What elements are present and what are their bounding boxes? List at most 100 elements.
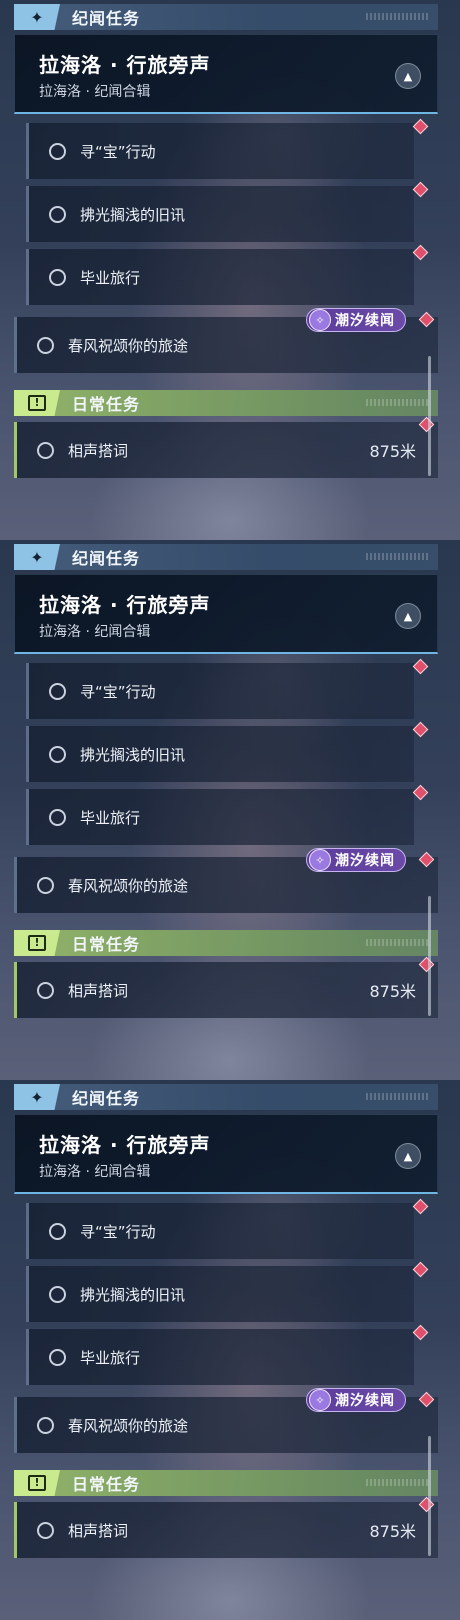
chapter-subtitle: 拉海洛 · 纪闻合辑 — [39, 624, 151, 640]
story-section-header: ✦ 纪闻任务 — [14, 544, 438, 570]
quest-radio[interactable] — [49, 745, 66, 763]
section-title: 日常任务 — [72, 395, 141, 414]
tide-tag-label: 潮汐续闻 — [335, 1393, 395, 1409]
tide-tag-label: 潮汐续闻 — [335, 853, 395, 869]
daily-quest-row[interactable]: 相声搭词 875米 — [14, 1502, 438, 1558]
quest-label: 毕业旅行 — [80, 808, 141, 827]
quest-label: 寻“宝”行动 — [80, 1222, 156, 1241]
quest-label: 毕业旅行 — [80, 268, 141, 287]
quest-label: 春风祝颂你的旅途 — [68, 876, 189, 895]
daily-quest-row[interactable]: 相声搭词 875米 — [14, 962, 438, 1018]
daily-section-header: ! 日常任务 — [14, 930, 438, 956]
quest-label: 拂光搁浅的旧讯 — [80, 205, 186, 224]
quest-distance: 875米 — [369, 1522, 416, 1541]
quest-radio[interactable] — [49, 1285, 66, 1303]
quest-row[interactable]: 拂光搁浅的旧讯 — [26, 186, 414, 242]
quest-radio[interactable] — [49, 1222, 66, 1240]
section-title: 日常任务 — [72, 935, 141, 954]
tracking-marker-icon[interactable] — [412, 784, 429, 801]
section-title: 日常任务 — [72, 1475, 141, 1494]
daily-quest-row[interactable]: 相声搭词 875米 — [14, 422, 438, 478]
header-decoration — [366, 13, 430, 20]
chevron-up-icon[interactable]: ▲ — [395, 603, 421, 629]
tide-swirl-icon: ✧ — [309, 309, 331, 331]
quest-tracker-panel: ✦ 纪闻任务 拉海洛 · 行旅旁声 拉海洛 · 纪闻合辑 ▲ 寻“宝”行动 拂光… — [0, 540, 460, 1080]
header-decoration — [366, 1093, 430, 1100]
quest-radio[interactable] — [49, 682, 66, 700]
quest-radio[interactable] — [37, 441, 54, 459]
quest-row[interactable]: 拂光搁浅的旧讯 — [26, 726, 414, 782]
scrollbar[interactable] — [428, 356, 431, 476]
quest-label: 寻“宝”行动 — [80, 142, 156, 161]
chevron-up-icon[interactable]: ▲ — [395, 63, 421, 89]
quest-radio[interactable] — [37, 336, 54, 354]
scrollbar[interactable] — [428, 896, 431, 1016]
quest-label: 春风祝颂你的旅途 — [68, 1416, 189, 1435]
tide-tag-label: 潮汐续闻 — [335, 313, 395, 329]
tracking-marker-icon[interactable] — [412, 1198, 429, 1215]
quest-radio[interactable] — [37, 876, 54, 894]
quest-row[interactable]: 毕业旅行 — [26, 1329, 414, 1385]
chapter-card[interactable]: 拉海洛 · 行旅旁声 拉海洛 · 纪闻合辑 ▲ — [14, 34, 438, 114]
header-decoration — [366, 939, 430, 946]
tide-story-tag: ✧ 潮汐续闻 — [306, 1388, 406, 1412]
section-title: 纪闻任务 — [72, 1089, 141, 1108]
quest-row[interactable]: 寻“宝”行动 — [26, 663, 414, 719]
quest-distance: 875米 — [369, 982, 416, 1001]
quest-row[interactable]: 寻“宝”行动 — [26, 1203, 414, 1259]
quest-row[interactable]: 寻“宝”行动 — [26, 123, 414, 179]
header-decoration — [366, 553, 430, 560]
section-title: 纪闻任务 — [72, 549, 141, 568]
quest-distance: 875米 — [369, 442, 416, 461]
quest-radio[interactable] — [37, 981, 54, 999]
tracking-marker-icon[interactable] — [412, 181, 429, 198]
sparkle-icon: ✦ — [14, 544, 60, 570]
story-section-header: ✦ 纪闻任务 — [14, 1084, 438, 1110]
tide-swirl-icon: ✧ — [309, 849, 331, 871]
quest-radio[interactable] — [49, 142, 66, 160]
header-decoration — [366, 399, 430, 406]
tide-swirl-icon: ✧ — [309, 1389, 331, 1411]
quest-radio[interactable] — [37, 1416, 54, 1434]
story-section-header: ✦ 纪闻任务 — [14, 4, 438, 30]
chevron-up-icon[interactable]: ▲ — [395, 1143, 421, 1169]
section-title: 纪闻任务 — [72, 9, 141, 28]
quest-radio[interactable] — [49, 205, 66, 223]
quest-label: 春风祝颂你的旅途 — [68, 336, 189, 355]
header-decoration — [366, 1479, 430, 1486]
exclamation-box-icon: ! — [14, 930, 60, 956]
chapter-name: 拉海洛 · 行旅旁声 — [39, 53, 211, 77]
chapter-name: 拉海洛 · 行旅旁声 — [39, 1133, 211, 1157]
quest-row[interactable]: 毕业旅行 — [26, 249, 414, 305]
daily-section-header: ! 日常任务 — [14, 390, 438, 416]
exclamation-box-icon: ! — [14, 1470, 60, 1496]
quest-row[interactable]: 拂光搁浅的旧讯 — [26, 1266, 414, 1322]
tracking-marker-icon[interactable] — [412, 118, 429, 135]
quest-label: 拂光搁浅的旧讯 — [80, 1285, 186, 1304]
quest-label: 拂光搁浅的旧讯 — [80, 745, 186, 764]
quest-tracker-screenshot-stack: ✦ 纪闻任务 拉海洛 · 行旅旁声 拉海洛 · 纪闻合辑 ▲ 寻“宝”行动 拂光… — [0, 0, 460, 1620]
sparkle-icon: ✦ — [14, 1084, 60, 1110]
quest-radio[interactable] — [49, 808, 66, 826]
tracking-marker-icon[interactable] — [412, 1261, 429, 1278]
quest-radio[interactable] — [49, 1348, 66, 1366]
chapter-card[interactable]: 拉海洛 · 行旅旁声 拉海洛 · 纪闻合辑 ▲ — [14, 574, 438, 654]
quest-row[interactable]: 毕业旅行 — [26, 789, 414, 845]
quest-radio[interactable] — [49, 268, 66, 286]
quest-label: 寻“宝”行动 — [80, 682, 156, 701]
quest-radio[interactable] — [37, 1521, 54, 1539]
quest-label: 相声搭词 — [68, 1521, 129, 1540]
quest-tracker-panel: ✦ 纪闻任务 拉海洛 · 行旅旁声 拉海洛 · 纪闻合辑 ▲ 寻“宝”行动 拂光… — [0, 0, 460, 540]
tracking-marker-icon[interactable] — [412, 244, 429, 261]
tracking-marker-icon[interactable] — [412, 1324, 429, 1341]
tracking-marker-icon[interactable] — [412, 721, 429, 738]
scrollbar[interactable] — [428, 1436, 431, 1556]
chapter-card[interactable]: 拉海洛 · 行旅旁声 拉海洛 · 纪闻合辑 ▲ — [14, 1114, 438, 1194]
chapter-name: 拉海洛 · 行旅旁声 — [39, 593, 211, 617]
quest-label: 相声搭词 — [68, 981, 129, 1000]
tide-story-tag: ✧ 潮汐续闻 — [306, 308, 406, 332]
exclamation-box-icon: ! — [14, 390, 60, 416]
sparkle-icon: ✦ — [14, 4, 60, 30]
tracking-marker-icon[interactable] — [412, 658, 429, 675]
quest-label: 毕业旅行 — [80, 1348, 141, 1367]
